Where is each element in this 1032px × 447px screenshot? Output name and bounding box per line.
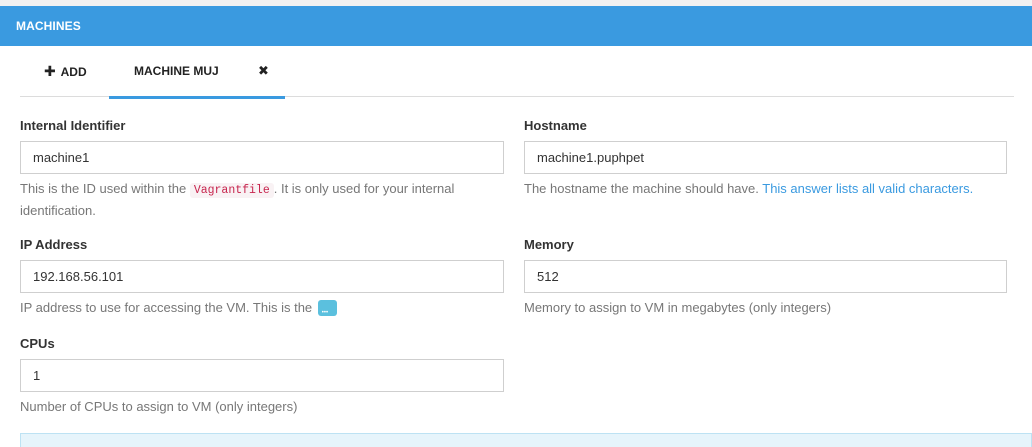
- help-text: . It is only used for your internal: [273, 181, 455, 196]
- help-text: The hostname the machine should have.: [524, 181, 763, 196]
- close-icon[interactable]: ✖: [258, 46, 269, 96]
- cpus-help: Number of CPUs to assign to VM (only int…: [20, 399, 298, 414]
- hostname-input[interactable]: [524, 141, 1007, 174]
- internal-identifier-input[interactable]: [20, 141, 504, 174]
- more-icon[interactable]: [317, 299, 337, 323]
- tab-machine-label: MACHINE MUJ: [134, 64, 219, 78]
- add-tab-label: ADD: [60, 65, 87, 79]
- tab-bar: ✚ ADD MACHINE MUJ ✖: [20, 46, 1014, 99]
- memory-help: Memory to assign to VM in megabytes (onl…: [524, 300, 832, 315]
- memory-input[interactable]: [524, 260, 1007, 293]
- tab-machine-muj[interactable]: MACHINE MUJ ✖: [109, 46, 285, 99]
- ip-address-help: IP address to use for accessing the VM. …: [20, 298, 504, 323]
- plus-icon: ✚: [44, 63, 56, 79]
- section-header: MACHINES: [0, 6, 1032, 46]
- valid-characters-link[interactable]: This answer lists all valid characters.: [762, 181, 973, 196]
- section-title: MACHINES: [16, 19, 81, 33]
- help-text: IP address to use for accessing the VM. …: [20, 300, 313, 315]
- hostname-label: Hostname: [524, 118, 587, 133]
- ip-address-label: IP Address: [20, 237, 88, 252]
- info-box: [20, 433, 1032, 447]
- cpus-label: CPUs: [20, 336, 55, 351]
- vagrantfile-code: Vagrantfile: [189, 183, 274, 198]
- ip-address-input[interactable]: [20, 260, 504, 293]
- internal-identifier-label: Internal Identifier: [20, 118, 126, 133]
- help-text: This is the ID used within the: [20, 181, 190, 196]
- hostname-help: The hostname the machine should have. Th…: [524, 179, 1024, 199]
- add-machine-tab[interactable]: ✚ ADD: [44, 46, 87, 96]
- help-text: identification.: [20, 203, 96, 218]
- cpus-input[interactable]: [20, 359, 504, 392]
- memory-label: Memory: [524, 237, 574, 252]
- internal-identifier-help: This is the ID used within the Vagrantfi…: [20, 179, 504, 221]
